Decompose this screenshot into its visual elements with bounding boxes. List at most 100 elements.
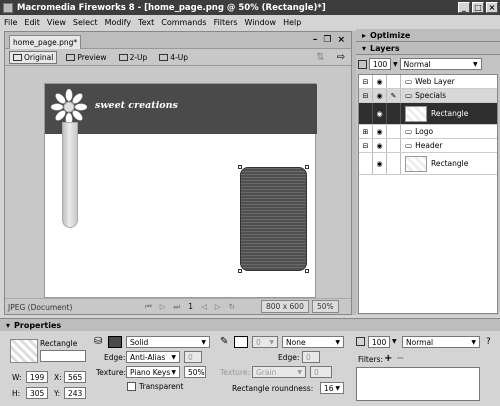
layer-opacity-field[interactable]: 100 (369, 58, 391, 70)
prev-frame-icon[interactable]: ◁ (201, 302, 207, 312)
zoom-select[interactable]: 50% (312, 300, 339, 313)
menu-commands[interactable]: Commands (161, 18, 206, 27)
artboard[interactable]: sweet creations (44, 83, 317, 298)
eye-icon[interactable]: ◉ (373, 139, 387, 152)
stroke-edge-amount[interactable]: 0 (302, 351, 320, 363)
menu-file[interactable]: File (4, 18, 17, 27)
doc-restore-button[interactable]: ❐ (323, 35, 331, 45)
stroke-texture-amount[interactable]: 0 (310, 366, 332, 378)
object-blend-select[interactable]: Normal ▼ (402, 336, 480, 348)
resize-handle[interactable] (305, 269, 309, 273)
selected-rectangle[interactable] (238, 165, 309, 273)
quick-export-icon[interactable]: ⇨ (337, 52, 345, 63)
lock-icon[interactable] (387, 75, 401, 88)
tab-preview[interactable]: Preview (63, 52, 109, 63)
properties-panel-header[interactable]: ▾ Properties (0, 318, 500, 331)
menu-select[interactable]: Select (73, 18, 98, 27)
minimize-button[interactable]: _ (458, 2, 470, 13)
resize-handle[interactable] (305, 165, 309, 169)
doc-minimize-button[interactable]: – (313, 35, 318, 45)
remove-filter-button[interactable]: − (396, 353, 404, 364)
menu-text[interactable]: Text (138, 18, 154, 27)
height-field[interactable]: 305 (26, 387, 48, 399)
object-name: Rectangle (431, 159, 469, 168)
lock-icon[interactable] (387, 139, 401, 152)
eye-icon[interactable]: ◉ (373, 153, 387, 174)
resize-handle[interactable] (238, 269, 242, 273)
menu-view[interactable]: View (47, 18, 66, 27)
opacity-dropdown-icon[interactable]: ▼ (392, 338, 397, 345)
fill-edge-amount[interactable]: 0 (184, 351, 202, 363)
stroke-size-field[interactable]: 0 ▼ (252, 336, 278, 348)
loop-icon[interactable]: ↻ (229, 302, 235, 312)
expand-icon[interactable]: ⊟ (359, 89, 373, 102)
document-status-bar: JPEG (Document) ⏮ ▷ ⏭ 1 ◁ ▷ ↻ 800 x 600 … (5, 298, 351, 315)
help-icon[interactable]: ? (486, 337, 491, 347)
layer-object-row[interactable]: ◉ Rectangle (359, 103, 497, 125)
menu-filters[interactable]: Filters (214, 18, 238, 27)
fill-color-swatch[interactable] (108, 336, 122, 348)
stroke-texture-select[interactable]: Grain ▼ (252, 366, 306, 378)
layer-object-row[interactable]: ◉ Rectangle (359, 153, 497, 175)
opacity-dropdown-icon[interactable]: ▼ (393, 61, 398, 68)
layer-row[interactable]: ⊟ ◉ ✎ ▭ Specials (359, 89, 497, 103)
optimize-panel-header[interactable]: ▸ Optimize (356, 29, 500, 42)
expand-icon[interactable]: ⊟ (359, 75, 373, 88)
object-opacity-field[interactable]: 100 (368, 336, 390, 348)
eye-icon[interactable]: ◉ (373, 75, 387, 88)
pencil-icon[interactable]: ✎ (387, 89, 401, 102)
doc-close-button[interactable]: × (337, 35, 345, 45)
play-icon[interactable]: ▷ (160, 302, 166, 312)
flower-stem[interactable] (62, 122, 78, 228)
layers-panel-header[interactable]: ▾ Layers (356, 42, 500, 55)
close-button[interactable]: × (486, 2, 498, 13)
layer-row[interactable]: ⊟ ◉ ▭ Header (359, 139, 497, 153)
fill-edge-select[interactable]: Anti-Alias ▼ (126, 351, 180, 363)
filters-list[interactable] (356, 367, 480, 401)
object-name-field[interactable] (40, 350, 86, 362)
document-tab[interactable]: home_page.png* (9, 35, 81, 49)
layer-blend-select[interactable]: Normal ▼ (399, 58, 482, 70)
x-field[interactable]: 565 (64, 371, 86, 383)
roundness-field[interactable]: 16 ▼ (320, 382, 344, 394)
menu-window[interactable]: Window (245, 18, 277, 27)
y-field[interactable]: 243 (64, 387, 86, 399)
fill-type-select[interactable]: Solid ▼ (126, 336, 210, 348)
width-field[interactable]: 199 (26, 371, 48, 383)
layer-row[interactable]: ⊟ ◉ ▭ Web Layer (359, 75, 497, 89)
add-filter-button[interactable]: + (384, 353, 392, 364)
stroke-type-select[interactable]: None ▼ (282, 336, 344, 348)
fill-texture-select[interactable]: Piano Keys ▼ (126, 366, 180, 378)
layer-row[interactable]: ⊞ ◉ ▭ Logo (359, 125, 497, 139)
first-frame-icon[interactable]: ⏮ (145, 302, 152, 312)
menu-help[interactable]: Help (283, 18, 301, 27)
eye-icon[interactable]: ◉ (373, 89, 387, 102)
tab-4up[interactable]: 4-Up (156, 52, 191, 63)
flower-logo[interactable] (51, 89, 87, 125)
expand-icon[interactable]: ⊟ (359, 139, 373, 152)
collapse-arrow-icon: ▾ (6, 320, 11, 330)
maximize-button[interactable]: □ (472, 2, 484, 13)
stroke-color-swatch[interactable] (234, 336, 248, 348)
tagline-text[interactable]: sweet creations (95, 100, 178, 111)
menu-edit[interactable]: Edit (24, 18, 40, 27)
lock-icon[interactable] (387, 125, 401, 138)
chevron-down-icon: ▼ (473, 60, 478, 68)
canvas-area[interactable]: sweet creations (5, 67, 351, 298)
document-dimensions[interactable]: 800 x 600 (261, 300, 309, 313)
eye-icon[interactable]: ◉ (373, 103, 387, 124)
eye-icon[interactable]: ◉ (373, 125, 387, 138)
last-frame-icon[interactable]: ⏭ (174, 302, 181, 312)
export-arrows-icon[interactable]: ⇅ (316, 52, 324, 63)
preview-icon (66, 54, 76, 61)
next-frame-icon[interactable]: ▷ (215, 302, 221, 312)
tab-2up[interactable]: 2-Up (116, 52, 151, 63)
menu-modify[interactable]: Modify (105, 18, 132, 27)
page-number: 1 (188, 302, 194, 311)
resize-handle[interactable] (238, 165, 242, 169)
pencil-icon (13, 54, 22, 61)
expand-icon[interactable]: ⊞ (359, 125, 373, 138)
transparent-checkbox[interactable] (127, 382, 136, 391)
tab-original[interactable]: Original (9, 51, 58, 64)
fill-texture-amount[interactable]: 50% (184, 366, 206, 378)
